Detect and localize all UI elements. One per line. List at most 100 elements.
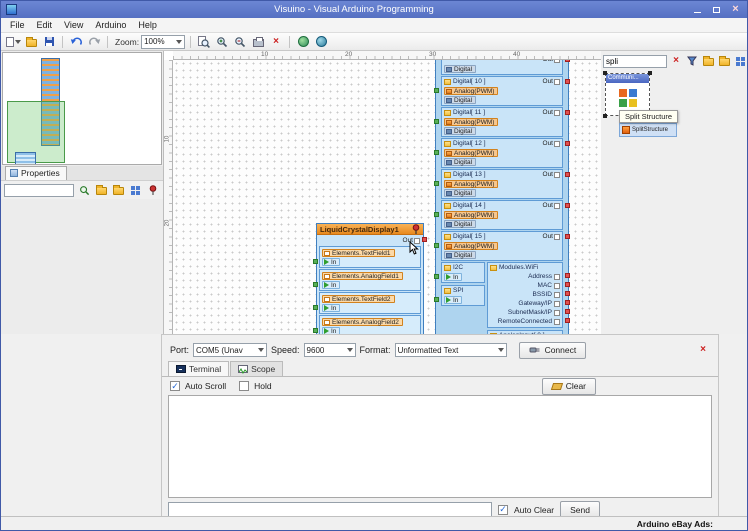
filter-button[interactable] (685, 55, 699, 68)
tab-terminal[interactable]: Terminal (168, 361, 229, 376)
i2c-in-pin[interactable]: In (444, 273, 462, 281)
menu-item[interactable]: File (4, 20, 31, 30)
speed-select[interactable]: 9600 (304, 343, 356, 357)
analog-pwm-pin[interactable]: Analog(PWM) (444, 180, 498, 188)
menu-item[interactable]: Edit (31, 20, 59, 30)
pin-connector[interactable] (554, 203, 560, 209)
minimize-button[interactable] (688, 2, 707, 17)
auto-scroll-checkbox[interactable] (170, 381, 180, 391)
undo-button[interactable] (68, 34, 84, 49)
pin-connector[interactable] (554, 234, 560, 240)
design-canvas[interactable]: Out Digital (173, 60, 601, 334)
clear-search-button[interactable]: × (669, 55, 683, 68)
new-project-button[interactable] (5, 34, 21, 49)
property-filter-input[interactable] (4, 184, 74, 197)
lcd-element-group[interactable]: Elements.AnalogField2 In (319, 315, 421, 334)
output-connector-dot[interactable] (422, 237, 427, 242)
redo-button[interactable] (86, 34, 102, 49)
arduino-build-button[interactable] (313, 34, 329, 49)
wifi-pin-row[interactable]: MAC (490, 281, 560, 290)
terminal-output[interactable] (168, 395, 712, 498)
input-connector-dot[interactable] (434, 274, 439, 279)
digital-channel-group[interactable]: Digital[ 14 ] Out Analog(PWM) (441, 200, 563, 230)
output-connector-dot[interactable] (565, 141, 570, 146)
digital-pin[interactable]: Digital (444, 65, 476, 73)
pin-connector[interactable] (554, 310, 560, 316)
send-input[interactable] (168, 502, 492, 517)
output-connector-dot[interactable] (565, 79, 570, 84)
pushpin-icon[interactable] (412, 224, 420, 234)
digital-pin[interactable]: Digital (444, 220, 476, 228)
clear-button[interactable]: Clear (542, 378, 596, 395)
category-view-button[interactable] (128, 184, 142, 197)
digital-channel-group[interactable]: Digital[ 12 ] Out Analog(PWM) (441, 138, 563, 168)
lcd-element-group[interactable]: Elements.TextField2 In (319, 292, 421, 314)
print-button[interactable] (250, 34, 266, 49)
menu-item[interactable]: View (58, 20, 89, 30)
analog-pwm-pin[interactable]: Analog(PWM) (444, 242, 498, 250)
pin-connector[interactable] (554, 274, 560, 280)
wifi-pin-row[interactable]: Address (490, 272, 560, 281)
digital-pin[interactable]: Digital (444, 158, 476, 166)
save-project-button[interactable] (41, 34, 57, 49)
maximize-button[interactable] (707, 2, 726, 17)
wifi-pin-row[interactable]: SubnetMask/IP (490, 308, 560, 317)
auto-clear-checkbox[interactable] (498, 505, 508, 515)
out-pin[interactable]: Out (543, 202, 560, 209)
arduino-board-component[interactable]: Out Digital (435, 60, 569, 334)
zoom-out-button[interactable] (232, 34, 248, 49)
input-connector-dot[interactable] (434, 119, 439, 124)
input-connector-dot[interactable] (434, 243, 439, 248)
wifi-pin-row[interactable]: Gateway/IP (490, 299, 560, 308)
digital-channel-group[interactable]: Digital[ 11 ] Out Analog(PWM) (441, 107, 563, 137)
input-connector-dot[interactable] (434, 88, 439, 93)
input-connector-dot[interactable] (313, 328, 318, 333)
search-result-item[interactable]: SplitStructure (619, 123, 677, 137)
expand-all-button[interactable] (94, 184, 108, 197)
analog-pwm-pin[interactable]: Analog(PWM) (444, 118, 498, 126)
output-connector-dot[interactable] (565, 282, 570, 287)
hold-checkbox[interactable] (239, 381, 249, 391)
lcd-element-group[interactable]: Elements.TextField1 In (319, 246, 421, 268)
digital-pin[interactable]: Digital (444, 189, 476, 197)
selection-handle[interactable] (603, 114, 607, 118)
lcd-out-pin[interactable]: Out (319, 236, 420, 245)
output-connector-dot[interactable] (565, 60, 570, 62)
output-connector-dot[interactable] (565, 318, 570, 323)
title-bar[interactable]: Visuino - Visual Arduino Programming (1, 1, 747, 18)
tab-properties[interactable]: Properties (5, 166, 67, 180)
spi-in-pin[interactable]: In (444, 296, 462, 304)
output-connector-dot[interactable] (565, 291, 570, 296)
digital-pin[interactable]: Digital (444, 127, 476, 135)
output-connector-dot[interactable] (565, 172, 570, 177)
connect-button[interactable]: Connect (519, 342, 587, 359)
palette-view-button[interactable] (733, 55, 747, 68)
pin-connector[interactable] (554, 283, 560, 289)
pin-connector[interactable] (554, 301, 560, 307)
selection-handle[interactable] (603, 71, 607, 75)
input-connector-dot[interactable] (313, 282, 318, 287)
close-terminal-button[interactable]: × (696, 344, 710, 357)
input-connector-dot[interactable] (434, 297, 439, 302)
out-pin[interactable]: Out (543, 109, 560, 116)
zoom-select[interactable]: 100% (141, 35, 185, 49)
input-connector-dot[interactable] (434, 150, 439, 155)
palette-collapse-all-button[interactable] (717, 55, 731, 68)
input-connector-dot[interactable] (313, 305, 318, 310)
overview-navigator[interactable] (2, 52, 162, 165)
analog-pwm-pin[interactable]: Analog(PWM) (444, 87, 498, 95)
out-pin[interactable]: Out (543, 60, 560, 63)
lcd-element-group[interactable]: Elements.AnalogField1 In (319, 269, 421, 291)
menu-item[interactable]: Arduino (89, 20, 132, 30)
output-connector-dot[interactable] (565, 309, 570, 314)
delete-button[interactable]: × (268, 34, 284, 49)
out-pin[interactable]: Out (543, 233, 560, 240)
property-search-button[interactable] (77, 184, 91, 197)
i2c-group[interactable]: I2C In (441, 262, 485, 283)
digital-channel-group[interactable]: Digital[ 15 ] Out Analog(PWM) (441, 231, 563, 261)
port-select[interactable]: COM5 (Unav (193, 343, 267, 357)
input-connector-dot[interactable] (434, 212, 439, 217)
lcd-element-field[interactable]: Elements.TextField2 (322, 295, 395, 303)
open-project-button[interactable] (23, 34, 39, 49)
lcd-element-field[interactable]: Elements.TextField1 (322, 249, 395, 257)
